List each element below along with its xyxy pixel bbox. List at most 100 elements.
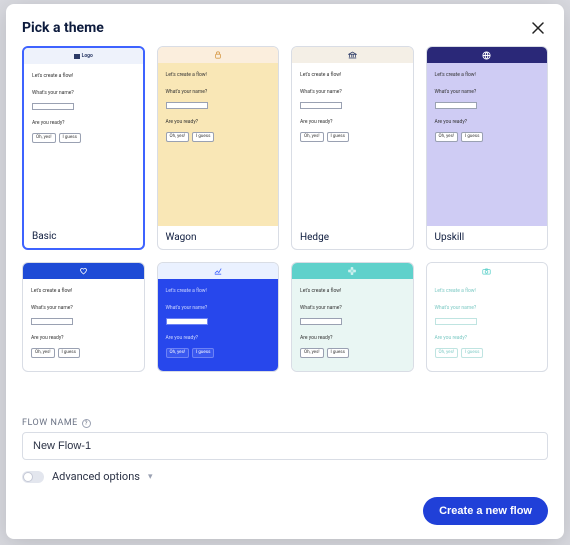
theme-card-6[interactable]: Let's create a flow! What's your name? A… <box>157 262 280 372</box>
preview-btn-guess: I guess <box>327 348 349 358</box>
preview-btn-yes: Oh, yes! <box>166 348 190 358</box>
preview-btn-guess: I guess <box>192 348 214 358</box>
modal-header: Pick a theme <box>22 18 548 38</box>
theme-card-hedge[interactable]: Let's create a flow! What's your name? A… <box>291 46 414 250</box>
theme-preview-body: Let's create a flow! What's your name? A… <box>158 63 279 226</box>
theme-label: Wagon <box>158 226 279 249</box>
preview-q-ready: Are you ready? <box>300 119 405 126</box>
preview-btn-guess: I guess <box>327 132 349 142</box>
theme-picker-modal: Pick a theme Logo Let's create a flow! W… <box>6 4 564 539</box>
preview-btn-yes: Oh, yes! <box>435 348 459 358</box>
preview-btn-guess: I guess <box>59 133 81 143</box>
theme-preview: Let's create a flow! What's your name? A… <box>158 47 279 226</box>
flow-name-section: FLOW NAME ? <box>22 418 548 460</box>
theme-preview-header: Logo <box>24 48 143 64</box>
advanced-label: Advanced options <box>52 470 140 483</box>
preview-heading: Let's create a flow! <box>435 288 540 295</box>
theme-preview: Logo Let's create a flow! What's your na… <box>24 48 143 225</box>
preview-btn-guess: I guess <box>192 132 214 142</box>
preview-btn-guess: I guess <box>461 348 483 358</box>
preview-heading: Let's create a flow! <box>300 288 405 295</box>
theme-preview-body: Let's create a flow! What's your name? A… <box>292 63 413 226</box>
preview-btn-guess: I guess <box>461 132 483 142</box>
theme-preview-body: Let's create a flow! What's your name? A… <box>24 64 143 225</box>
preview-q-name: What's your name? <box>435 89 540 96</box>
theme-card-wagon[interactable]: Let's create a flow! What's your name? A… <box>157 46 280 250</box>
themes-container: Logo Let's create a flow! What's your na… <box>22 46 548 412</box>
flow-name-label: FLOW NAME ? <box>22 418 548 428</box>
flow-name-input[interactable] <box>22 432 548 460</box>
camera-icon <box>482 268 491 275</box>
preview-q-name: What's your name? <box>300 89 405 96</box>
preview-heading: Let's create a flow! <box>31 288 136 295</box>
preview-heading: Let's create a flow! <box>166 72 271 79</box>
preview-input <box>31 318 73 325</box>
theme-label: Basic <box>24 225 143 248</box>
preview-q-name: What's your name? <box>166 89 271 96</box>
theme-label: Upskill <box>427 226 548 249</box>
theme-preview: Let's create a flow! What's your name? A… <box>292 263 413 371</box>
theme-preview-header <box>292 47 413 63</box>
preview-input <box>166 102 208 109</box>
preview-input <box>435 102 477 109</box>
theme-preview-header <box>158 47 279 63</box>
advanced-toggle[interactable] <box>22 471 44 483</box>
theme-preview-header <box>427 263 548 279</box>
theme-preview-body: Let's create a flow! What's your name? A… <box>427 63 548 226</box>
theme-card-5[interactable]: Let's create a flow! What's your name? A… <box>22 262 145 372</box>
logo-text: Logo <box>82 53 93 59</box>
modal-title: Pick a theme <box>22 20 104 36</box>
theme-preview-header <box>292 263 413 279</box>
preview-input <box>32 103 74 110</box>
theme-card-basic[interactable]: Logo Let's create a flow! What's your na… <box>22 46 145 250</box>
preview-input <box>300 102 342 109</box>
theme-preview-body: Let's create a flow! What's your name? A… <box>158 279 279 371</box>
chevron-down-icon[interactable]: ▾ <box>148 472 153 482</box>
preview-input <box>166 318 208 325</box>
modal-footer: Create a new flow <box>22 497 548 525</box>
preview-btn-yes: Oh, yes! <box>166 132 190 142</box>
bank-icon <box>348 51 357 59</box>
theme-preview: Let's create a flow! What's your name? A… <box>23 263 144 371</box>
themes-row-2: Let's create a flow! What's your name? A… <box>22 262 548 372</box>
preview-heading: Let's create a flow! <box>300 72 405 79</box>
theme-card-8[interactable]: Let's create a flow! What's your name? A… <box>426 262 549 372</box>
theme-preview-header <box>427 47 548 63</box>
preview-btn-yes: Oh, yes! <box>435 132 459 142</box>
chart-icon <box>214 267 222 275</box>
preview-btn-guess: I guess <box>58 348 80 358</box>
theme-card-7[interactable]: Let's create a flow! What's your name? A… <box>291 262 414 372</box>
theme-preview-body: Let's create a flow! What's your name? A… <box>292 279 413 371</box>
theme-preview: Let's create a flow! What's your name? A… <box>427 263 548 371</box>
flow-name-label-text: FLOW NAME <box>22 418 78 428</box>
preview-heading: Let's create a flow! <box>166 288 271 295</box>
preview-q-ready: Are you ready? <box>166 335 271 342</box>
theme-card-upskill[interactable]: Let's create a flow! What's your name? A… <box>426 46 549 250</box>
preview-q-ready: Are you ready? <box>166 119 271 126</box>
theme-preview-header <box>23 263 144 279</box>
globe-icon <box>482 51 491 60</box>
preview-q-name: What's your name? <box>166 305 271 312</box>
preview-q-name: What's your name? <box>31 305 136 312</box>
theme-preview-body: Let's create a flow! What's your name? A… <box>23 279 144 371</box>
preview-q-ready: Are you ready? <box>32 120 135 127</box>
preview-btn-yes: Oh, yes! <box>300 348 324 358</box>
heart-icon <box>79 267 88 275</box>
preview-btn-yes: Oh, yes! <box>32 133 56 143</box>
create-flow-button[interactable]: Create a new flow <box>423 497 548 525</box>
plus-medical-icon <box>348 267 356 275</box>
theme-preview: Let's create a flow! What's your name? A… <box>427 47 548 226</box>
help-icon[interactable]: ? <box>82 419 91 428</box>
themes-row-1: Logo Let's create a flow! What's your na… <box>22 46 548 250</box>
close-button[interactable] <box>528 18 548 38</box>
preview-heading: Let's create a flow! <box>32 73 135 80</box>
lock-icon <box>214 51 222 59</box>
theme-label: Hedge <box>292 226 413 249</box>
preview-input <box>300 318 342 325</box>
theme-preview: Let's create a flow! What's your name? A… <box>158 263 279 371</box>
preview-heading: Let's create a flow! <box>435 72 540 79</box>
preview-q-ready: Are you ready? <box>31 335 136 342</box>
theme-preview-header <box>158 263 279 279</box>
preview-q-name: What's your name? <box>300 305 405 312</box>
preview-q-ready: Are you ready? <box>435 335 540 342</box>
